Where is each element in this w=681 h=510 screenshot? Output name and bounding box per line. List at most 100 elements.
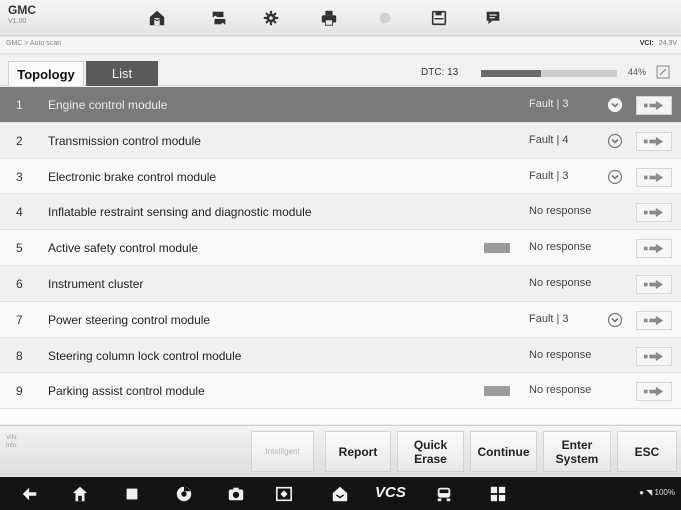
module-row[interactable]: 6 Instrument cluster No response bbox=[0, 265, 681, 302]
screenshot-icon[interactable] bbox=[274, 484, 294, 504]
intelligent-button: Intelligent bbox=[251, 431, 314, 472]
module-row[interactable]: 4 Inflatable restraint sensing and diagno… bbox=[0, 194, 681, 231]
quick-erase-button[interactable]: Quick Erase bbox=[397, 431, 464, 472]
vehicle-icon[interactable] bbox=[434, 484, 454, 504]
system-status: ● ◥ 100% bbox=[639, 488, 675, 497]
module-name: Power steering control module bbox=[48, 312, 211, 327]
tab-list[interactable]: List bbox=[86, 61, 158, 86]
home-icon[interactable] bbox=[146, 7, 168, 29]
vci-status: VCI: 24.3V bbox=[640, 40, 677, 47]
chevron-down-icon[interactable] bbox=[607, 169, 623, 185]
module-tag-icon bbox=[484, 386, 510, 397]
module-name: Transmission control module bbox=[48, 133, 201, 148]
vci-voltage: 24.3V bbox=[658, 40, 677, 47]
module-go-arrow-icon[interactable] bbox=[636, 239, 672, 259]
breadcrumb-bar: GMC > Auto scan VCI: 24.3V bbox=[0, 37, 681, 54]
app-window: GMC V1.00 GMC > Auto scan VCI: 24.3V Top… bbox=[0, 0, 681, 510]
module-number: 7 bbox=[16, 312, 23, 327]
vehicle-swap-icon[interactable] bbox=[208, 7, 230, 29]
module-status: No response bbox=[529, 276, 592, 289]
vcs-icon[interactable]: VCS bbox=[375, 484, 406, 501]
module-go-arrow-icon[interactable] bbox=[636, 346, 672, 366]
module-row[interactable]: 8 Steering column lock control module No r… bbox=[0, 337, 681, 374]
module-number: 4 bbox=[16, 205, 23, 220]
back-icon[interactable] bbox=[20, 484, 40, 504]
module-name: Instrument cluster bbox=[48, 276, 144, 291]
home-nav-icon[interactable] bbox=[70, 484, 90, 504]
tab-bar: Topology List DTC: 13 44% bbox=[0, 55, 681, 86]
module-status: No response bbox=[529, 348, 592, 361]
module-status: Fault | 4 bbox=[529, 133, 569, 146]
chevron-down-icon[interactable] bbox=[607, 97, 623, 113]
module-number: 9 bbox=[16, 384, 23, 399]
module-row[interactable]: 5 Active safety control module No response bbox=[0, 230, 681, 266]
wifi-icon: ◥ bbox=[646, 488, 653, 497]
chevron-down-icon[interactable] bbox=[607, 133, 623, 149]
module-name: Inflatable restraint sensing and diagnos… bbox=[48, 205, 312, 220]
report-button[interactable]: Report bbox=[325, 431, 391, 472]
recent-apps-icon[interactable] bbox=[122, 484, 142, 504]
continue-button[interactable]: Continue bbox=[470, 431, 537, 472]
tab-topology[interactable]: Topology bbox=[8, 61, 84, 86]
module-go-arrow-icon[interactable] bbox=[636, 131, 672, 151]
brand-block: GMC V1.00 bbox=[8, 4, 68, 26]
module-status: Fault | 3 bbox=[529, 312, 569, 325]
system-navigation-bar: VCS ● ◥ 100% bbox=[0, 477, 681, 510]
chevron-down-icon[interactable] bbox=[607, 312, 623, 328]
top-toolbar: GMC V1.00 bbox=[0, 0, 681, 36]
browser-icon[interactable] bbox=[174, 484, 194, 504]
module-number: 1 bbox=[16, 98, 23, 112]
esc-button[interactable]: ESC bbox=[617, 431, 677, 472]
camera-icon[interactable] bbox=[226, 484, 246, 504]
module-number: 6 bbox=[16, 276, 23, 291]
module-number: 2 bbox=[16, 133, 23, 148]
module-go-arrow-icon[interactable] bbox=[636, 310, 672, 330]
info-label: Info: bbox=[6, 443, 18, 449]
module-status: Fault | 3 bbox=[529, 98, 569, 110]
settings-gear-icon[interactable] bbox=[260, 7, 282, 29]
module-go-arrow-icon[interactable] bbox=[636, 274, 672, 294]
module-status: Fault | 3 bbox=[529, 169, 569, 182]
save-icon[interactable] bbox=[428, 7, 450, 29]
location-icon: ● bbox=[639, 488, 644, 497]
scan-progress-bar bbox=[481, 70, 617, 77]
brand-version: V1.00 bbox=[8, 18, 27, 25]
scan-progress-fill bbox=[481, 70, 541, 77]
module-tag-icon bbox=[484, 243, 510, 254]
module-go-arrow-icon[interactable] bbox=[636, 167, 672, 187]
help-icon bbox=[374, 7, 396, 29]
vehicle-info: VIN: Info: bbox=[6, 434, 18, 450]
action-bar: VIN: Info: Intelligent Report Quick Eras… bbox=[0, 425, 681, 476]
brand-title: GMC bbox=[8, 3, 36, 17]
module-go-arrow-icon[interactable] bbox=[636, 382, 672, 402]
module-number: 5 bbox=[16, 241, 23, 256]
enter-system-button[interactable]: Enter System bbox=[543, 431, 611, 472]
battery-level: 100% bbox=[654, 488, 675, 497]
module-go-arrow-icon[interactable] bbox=[636, 96, 672, 115]
print-icon[interactable] bbox=[318, 7, 340, 29]
network-icon[interactable] bbox=[488, 484, 508, 504]
module-status: No response bbox=[529, 241, 592, 254]
module-number: 8 bbox=[16, 348, 23, 363]
module-name: Engine control module bbox=[48, 98, 168, 112]
edit-icon[interactable] bbox=[656, 65, 670, 79]
module-row[interactable]: 1 Engine control module Fault | 3 bbox=[0, 87, 681, 123]
vin-label: VIN: bbox=[6, 435, 18, 441]
module-row[interactable]: 2 Transmission control module Fault | 4 bbox=[0, 122, 681, 159]
module-status: No response bbox=[529, 384, 592, 397]
module-go-arrow-icon[interactable] bbox=[636, 203, 672, 223]
module-list[interactable]: 1 Engine control module Fault | 3 2 Transmis… bbox=[0, 87, 681, 424]
module-name: Parking assist control module bbox=[48, 384, 205, 399]
dtc-count: DTC: 13 bbox=[421, 67, 459, 78]
module-name: Active safety control module bbox=[48, 241, 199, 256]
module-row[interactable]: 7 Power steering control module Fault | 3 bbox=[0, 301, 681, 338]
module-status: No response bbox=[529, 205, 592, 218]
vci-label: VCI: bbox=[639, 40, 654, 47]
module-row[interactable]: 9 Parking assist control module No respons… bbox=[0, 373, 681, 410]
module-row[interactable]: 3 Electronic brake control module Fault | … bbox=[0, 158, 681, 195]
breadcrumb: GMC > Auto scan bbox=[6, 40, 62, 47]
module-name: Electronic brake control module bbox=[48, 169, 217, 184]
messages-icon[interactable] bbox=[482, 7, 504, 29]
diagnostics-home-icon[interactable] bbox=[330, 484, 350, 504]
module-name: Steering column lock control module bbox=[48, 348, 242, 363]
